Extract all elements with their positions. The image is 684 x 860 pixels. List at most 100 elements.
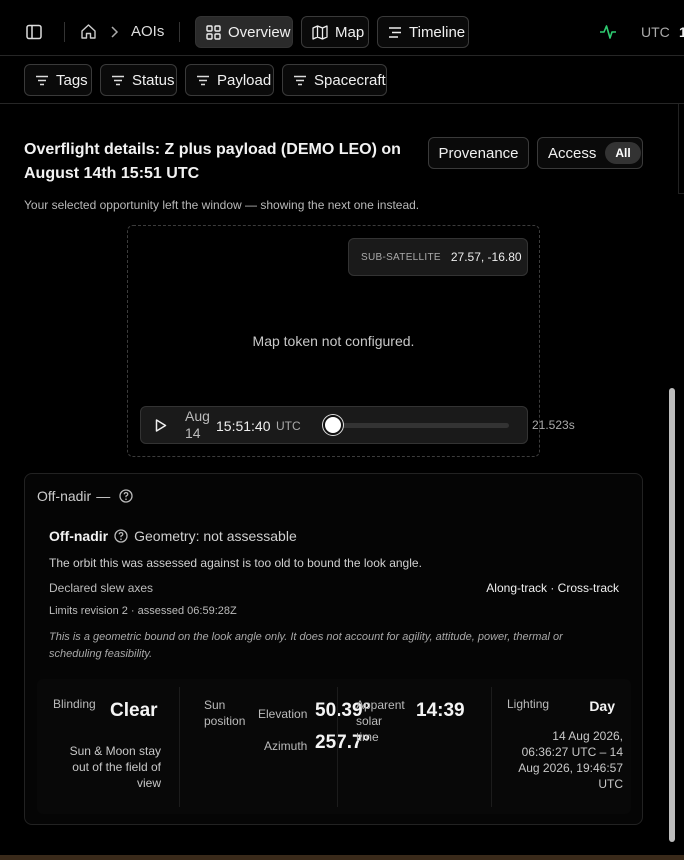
top-bar: AOIs Overview Map Timeline UTC 1 — [0, 0, 684, 56]
off-nadir-section-header: Off-nadir — — [37, 488, 133, 504]
opportunity-notice: Your selected opportunity left the windo… — [24, 198, 420, 212]
solar-time-label: Apparent solar time — [356, 697, 405, 745]
off-nadir-card: Off-nadir — Off-nadir Geometry: not asse… — [24, 473, 643, 825]
solar-time-value: 14:39 — [416, 700, 465, 721]
tab-map[interactable]: Map — [301, 16, 369, 48]
off-nadir-section-title: Off-nadir — [37, 488, 92, 504]
lighting-range-2: 06:36:27 UTC – 14 — [521, 745, 623, 759]
playback-tz: UTC — [276, 419, 301, 433]
slew-axes-value: Along-track · Cross-track — [486, 581, 619, 595]
filter-icon — [35, 75, 49, 86]
activity-icon — [599, 24, 617, 40]
blinding-note-3: view — [136, 776, 161, 790]
map-panel[interactable]: SUB-SATELLITE 27.57, -16.80 Map token no… — [127, 225, 575, 457]
map-icon — [312, 24, 328, 40]
filter-label: Tags — [56, 71, 88, 89]
map-token-message: Map token not configured. — [252, 333, 415, 349]
overflight-title: Overflight details: Z plus payload (DEMO… — [24, 138, 414, 186]
sun-label-1: Sun — [204, 698, 226, 712]
filter-label: Payload — [217, 71, 272, 89]
filter-icon — [111, 75, 125, 86]
lighting-label: Lighting — [507, 697, 550, 711]
divider — [179, 22, 180, 42]
lighting-value: Day — [589, 698, 615, 714]
filter-icon — [293, 75, 307, 86]
tab-label: Overview — [228, 23, 291, 41]
bottom-edge — [0, 855, 684, 860]
overflight-title-line2: August 14th 15:51 UTC — [24, 165, 200, 182]
metric-divider — [491, 687, 492, 807]
solar-label-1: Apparent — [356, 698, 405, 712]
help-icon[interactable] — [119, 489, 133, 503]
blinding-note: Sun & Moon stay out of the field of view — [37, 743, 161, 791]
access-toggle[interactable]: Access All — [537, 137, 643, 169]
tab-overview[interactable]: Overview — [195, 16, 293, 48]
provenance-button[interactable]: Provenance — [428, 137, 529, 169]
utc-label: UTC — [641, 24, 670, 40]
breadcrumb-aois[interactable]: AOIs — [131, 23, 164, 40]
playback-bar: Aug 14 15:51:40 UTC — [140, 406, 528, 444]
solar-label-3: time — [356, 730, 379, 744]
utc-clock: 1 — [679, 24, 684, 40]
filter-tags-button[interactable]: Tags — [24, 64, 92, 96]
metric-divider — [179, 687, 180, 807]
geometry-status: Geometry: not assessable — [134, 528, 297, 544]
sun-label-2: position — [204, 714, 246, 728]
blinding-label: Blinding — [53, 697, 96, 711]
filter-icon — [196, 75, 210, 86]
off-nadir-heading-row: Off-nadir Geometry: not assessable — [49, 528, 297, 544]
chevron-right-icon — [109, 26, 119, 38]
off-nadir-heading: Off-nadir — [49, 528, 109, 544]
access-badge: All — [605, 142, 641, 164]
divider — [64, 22, 65, 42]
access-label: Access — [548, 144, 597, 162]
sub-satellite-badge: SUB-SATELLITE 27.57, -16.80 — [348, 238, 528, 276]
filter-payload-button[interactable]: Payload — [185, 64, 274, 96]
limits-revision: Limits revision 2 · assessed 06:59:28Z — [49, 605, 237, 617]
filter-label: Status — [132, 71, 175, 89]
off-nadir-section-dash: — — [96, 488, 111, 504]
tab-label: Map — [335, 23, 365, 41]
disclaimer-line2: scheduling feasibility. — [49, 648, 153, 660]
playback-track[interactable] — [333, 423, 509, 428]
playback-time: 15:51:40 — [216, 418, 271, 434]
filter-bar: Tags Status Payload Spacecraft — [0, 57, 684, 104]
sub-satellite-value: 27.57, -16.80 — [450, 250, 522, 264]
elevation-label: Elevation — [258, 707, 308, 721]
lighting-range-4: UTC — [598, 777, 623, 791]
filter-label: Spacecraft — [314, 71, 386, 89]
playback-thumb[interactable] — [323, 415, 343, 435]
overflight-title-line1: Overflight details: Z plus payload (DEMO… — [24, 141, 401, 158]
provenance-label: Provenance — [438, 144, 519, 162]
metric-divider — [337, 687, 338, 807]
playback-month: Aug — [185, 408, 210, 424]
geometric-disclaimer: This is a geometric bound on the look an… — [49, 629, 609, 663]
home-icon[interactable] — [80, 23, 97, 40]
disclaimer-line1: This is a geometric bound on the look an… — [49, 631, 563, 643]
lighting-range-1: 14 Aug 2026, — [552, 729, 623, 743]
lighting-range: 14 Aug 2026, 06:36:27 UTC – 14 Aug 2026,… — [495, 728, 623, 792]
play-icon[interactable] — [155, 419, 167, 432]
blinding-note-2: out of the field of — [72, 760, 161, 774]
slew-axes-label: Declared slew axes — [49, 581, 154, 595]
filter-spacecraft-button[interactable]: Spacecraft — [282, 64, 387, 96]
sidebar-toggle-icon[interactable] — [26, 24, 42, 40]
sun-position-label: Sun position — [204, 697, 245, 729]
playback-date: Aug 14 — [185, 408, 210, 442]
filter-status-button[interactable]: Status — [100, 64, 177, 96]
tab-timeline[interactable]: Timeline — [377, 16, 469, 48]
blinding-value: Clear — [110, 700, 158, 721]
tab-label: Timeline — [409, 23, 466, 41]
blinding-metric: Blinding Clear Sun & Moon stay out of th… — [37, 679, 177, 814]
timeline-icon — [388, 26, 402, 39]
lighting-metric: Lighting Day 14 Aug 2026, 06:36:27 UTC –… — [495, 679, 631, 814]
lighting-range-3: Aug 2026, 19:46:57 — [518, 761, 623, 775]
azimuth-label: Azimuth — [264, 739, 308, 753]
help-icon[interactable] — [114, 529, 128, 543]
scrollbar-thumb[interactable] — [669, 388, 675, 842]
playback-duration: 21.523s — [532, 418, 575, 432]
grid-icon — [206, 24, 221, 40]
sub-satellite-label: SUB-SATELLITE — [361, 251, 441, 263]
off-nadir-description: The orbit this was assessed against is t… — [49, 556, 422, 570]
solar-label-2: solar — [356, 714, 383, 728]
